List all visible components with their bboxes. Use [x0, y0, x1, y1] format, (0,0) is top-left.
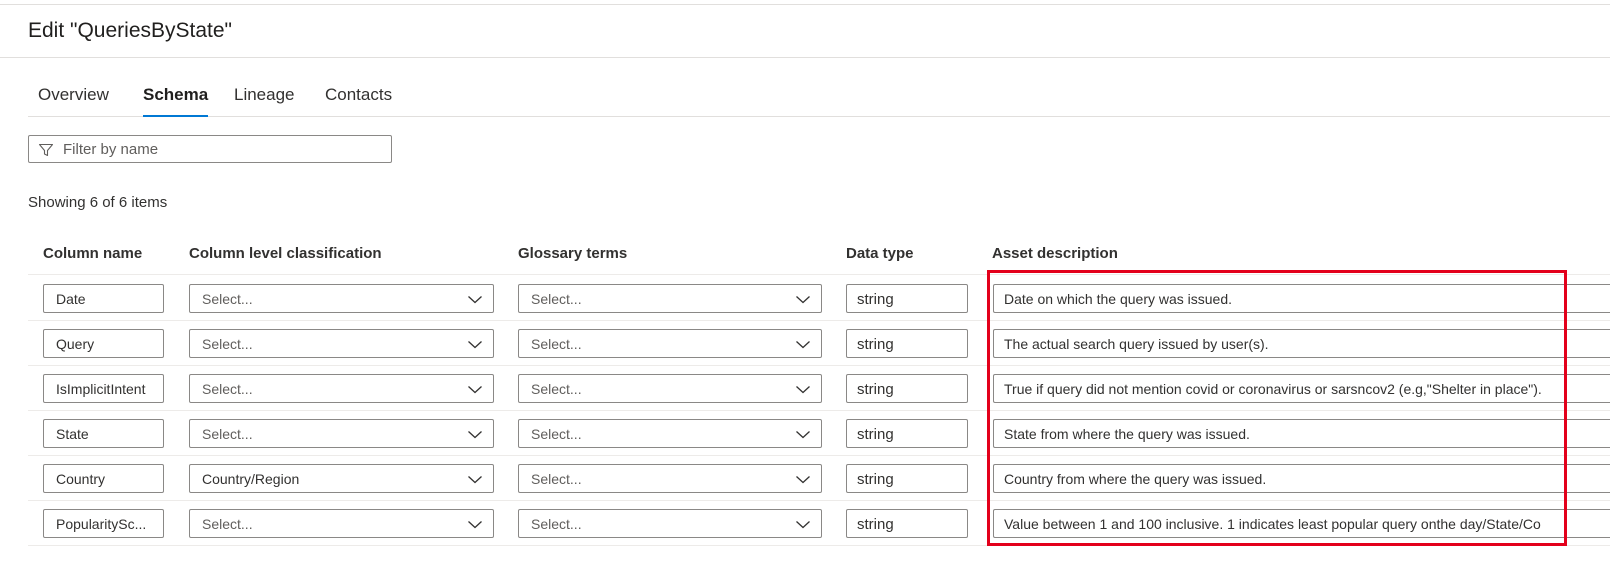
- chevron-down-icon: [468, 296, 482, 304]
- chevron-down-icon: [796, 386, 810, 394]
- classification-dropdown[interactable]: Select...: [189, 509, 494, 538]
- classification-value: Select...: [202, 381, 253, 397]
- glossary-value: Select...: [531, 291, 582, 307]
- classification-value: Select...: [202, 516, 253, 532]
- classification-dropdown[interactable]: Country/Region: [189, 464, 494, 493]
- column-header-data-type: Data type: [846, 245, 914, 262]
- column-name-field[interactable]: Country: [43, 464, 164, 493]
- column-name-field[interactable]: Date: [43, 284, 164, 313]
- column-name-field[interactable]: State: [43, 419, 164, 448]
- chevron-down-icon: [796, 341, 810, 349]
- filter-box[interactable]: [28, 135, 392, 163]
- table-row: IsImplicitIntent Select... Select... str…: [28, 365, 1610, 411]
- asset-description-field[interactable]: The actual search query issued by user(s…: [993, 329, 1610, 358]
- page-title: Edit "QueriesByState": [28, 19, 233, 42]
- data-type-field: string: [846, 419, 968, 448]
- filter-icon: [38, 143, 54, 157]
- top-divider: [0, 4, 1610, 5]
- glossary-dropdown[interactable]: Select...: [518, 509, 822, 538]
- chevron-down-icon: [796, 521, 810, 529]
- chevron-down-icon: [796, 431, 810, 439]
- glossary-value: Select...: [531, 471, 582, 487]
- chevron-down-icon: [468, 386, 482, 394]
- asset-description-field[interactable]: True if query did not mention covid or c…: [993, 374, 1610, 403]
- classification-dropdown[interactable]: Select...: [189, 419, 494, 448]
- chevron-down-icon: [468, 341, 482, 349]
- asset-description-field[interactable]: Date on which the query was issued.: [993, 284, 1610, 313]
- column-header-name: Column name: [43, 245, 143, 262]
- chevron-down-icon: [468, 521, 482, 529]
- table-row: Date Select... Select... string Date on …: [28, 275, 1610, 321]
- column-header-description: Asset description: [992, 245, 1118, 262]
- tab-bar: Overview Schema Lineage Contacts: [28, 80, 1610, 117]
- data-type-field: string: [846, 284, 968, 313]
- chevron-down-icon: [468, 476, 482, 484]
- table-row: PopularitySc... Select... Select... stri…: [28, 500, 1610, 546]
- glossary-dropdown[interactable]: Select...: [518, 419, 822, 448]
- filter-input[interactable]: [63, 138, 383, 160]
- tab-lineage[interactable]: Lineage: [224, 80, 305, 116]
- table-row: Query Select... Select... string The act…: [28, 320, 1610, 366]
- glossary-value: Select...: [531, 336, 582, 352]
- glossary-value: Select...: [531, 426, 582, 442]
- column-name-field[interactable]: IsImplicitIntent: [43, 374, 164, 403]
- data-type-field: string: [846, 464, 968, 493]
- asset-description-field[interactable]: State from where the query was issued.: [993, 419, 1610, 448]
- chevron-down-icon: [468, 431, 482, 439]
- glossary-dropdown[interactable]: Select...: [518, 374, 822, 403]
- classification-dropdown[interactable]: Select...: [189, 374, 494, 403]
- tab-schema[interactable]: Schema: [133, 80, 218, 117]
- column-name-field[interactable]: Query: [43, 329, 164, 358]
- glossary-dropdown[interactable]: Select...: [518, 464, 822, 493]
- data-type-field: string: [846, 329, 968, 358]
- glossary-value: Select...: [531, 516, 582, 532]
- classification-value: Select...: [202, 291, 253, 307]
- column-header-glossary: Glossary terms: [518, 245, 628, 262]
- glossary-value: Select...: [531, 381, 582, 397]
- classification-dropdown[interactable]: Select...: [189, 329, 494, 358]
- classification-dropdown[interactable]: Select...: [189, 284, 494, 313]
- table-row: State Select... Select... string State f…: [28, 410, 1610, 456]
- column-name-field[interactable]: PopularitySc...: [43, 509, 164, 538]
- asset-description-field[interactable]: Country from where the query was issued.: [993, 464, 1610, 493]
- classification-value: Country/Region: [202, 471, 300, 487]
- chevron-down-icon: [796, 296, 810, 304]
- glossary-dropdown[interactable]: Select...: [518, 329, 822, 358]
- classification-value: Select...: [202, 426, 253, 442]
- tab-overview[interactable]: Overview: [28, 80, 119, 116]
- item-count: Showing 6 of 6 items: [28, 194, 168, 211]
- table-row: Country Country/Region Select... string …: [28, 455, 1610, 501]
- classification-value: Select...: [202, 336, 253, 352]
- chevron-down-icon: [796, 476, 810, 484]
- asset-description-field[interactable]: Value between 1 and 100 inclusive. 1 ind…: [993, 509, 1610, 538]
- tab-contacts[interactable]: Contacts: [315, 80, 402, 116]
- glossary-dropdown[interactable]: Select...: [518, 284, 822, 313]
- header-divider: [0, 57, 1610, 58]
- column-header-classification: Column level classification: [189, 245, 382, 262]
- data-type-field: string: [846, 374, 968, 403]
- data-type-field: string: [846, 509, 968, 538]
